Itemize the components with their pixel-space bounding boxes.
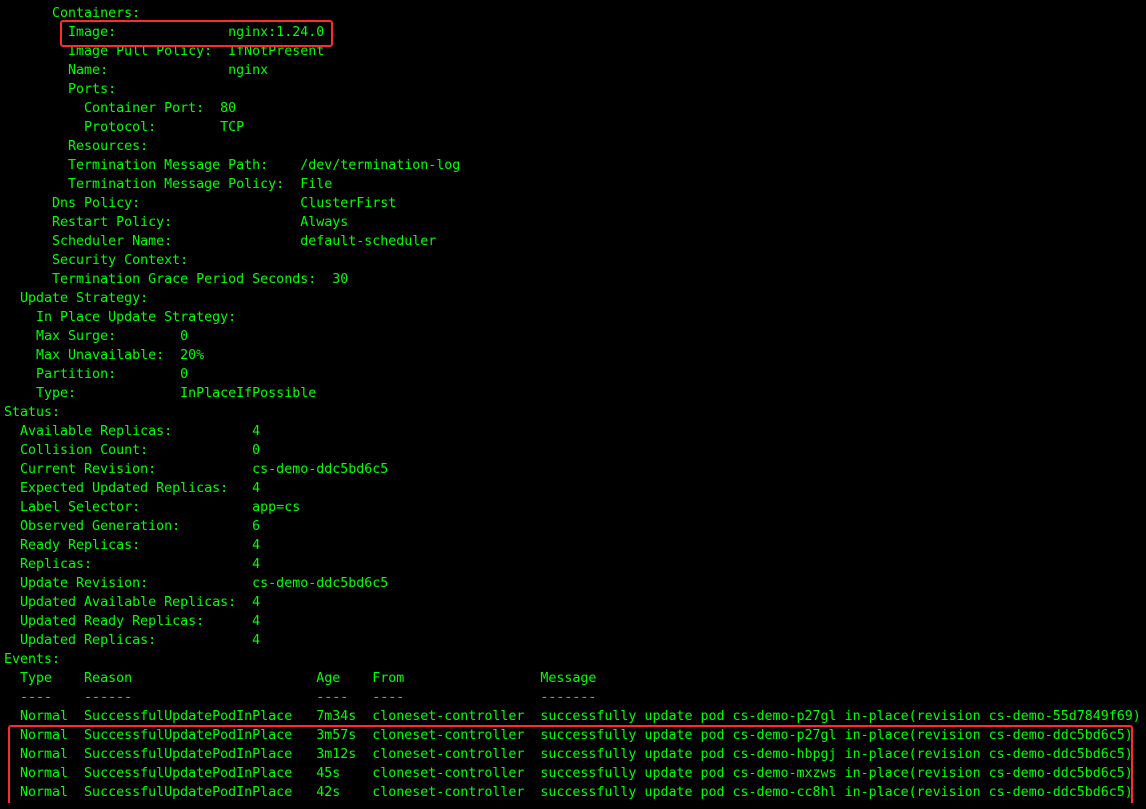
terminal-line: Available Replicas: 4	[4, 424, 261, 439]
terminal-line: Update Strategy:	[4, 291, 149, 306]
terminal-line: Ready Replicas: 4	[4, 538, 261, 553]
terminal-line: Status:	[4, 405, 61, 420]
terminal-line: Update Revision: cs-demo-ddc5bd6c5	[4, 576, 389, 591]
terminal-line: Partition: 0	[4, 367, 189, 382]
terminal-line: Resources:	[4, 139, 149, 154]
terminal-line: Scheduler Name: default-scheduler	[4, 234, 437, 249]
terminal-line: ---- ------ ---- ---- -------	[4, 690, 597, 705]
terminal-line: Replicas: 4	[4, 557, 261, 572]
terminal-line: Normal SuccessfulUpdatePodInPlace 7m34s …	[4, 709, 1141, 724]
terminal-line: Max Surge: 0	[4, 329, 189, 344]
terminal-line: Restart Policy: Always	[4, 215, 349, 230]
terminal-window[interactable]: Containers: Image: nginx:1.24.0 Image Pu…	[0, 0, 1146, 809]
terminal-line: Label Selector: app=cs	[4, 500, 301, 515]
terminal-line: Collision Count: 0	[4, 443, 261, 458]
terminal-line: Updated Available Replicas: 4	[4, 595, 261, 610]
terminal-line: Ports:	[4, 82, 117, 97]
terminal-line: Termination Grace Period Seconds: 30	[4, 272, 349, 287]
terminal-line: Containers:	[4, 6, 141, 21]
terminal-line: Updated Replicas: 4	[4, 633, 261, 648]
terminal-line: Security Context:	[4, 253, 189, 268]
terminal-line: Name: nginx	[4, 63, 269, 78]
terminal-line: Current Revision: cs-demo-ddc5bd6c5	[4, 462, 389, 477]
terminal-line: Normal SuccessfulUpdatePodInPlace 45s cl…	[4, 766, 1133, 781]
terminal-line: Events:	[4, 652, 61, 667]
terminal-line: Type: InPlaceIfPossible	[4, 386, 317, 401]
terminal-line: Max Unavailable: 20%	[4, 348, 205, 363]
terminal-line: Image Pull Policy: IfNotPresent	[4, 44, 325, 59]
terminal-line: In Place Update Strategy:	[4, 310, 237, 325]
terminal-line: Termination Message Policy: File	[4, 177, 333, 192]
terminal-line: Termination Message Path: /dev/terminati…	[4, 158, 461, 173]
terminal-line: Expected Updated Replicas: 4	[4, 481, 261, 496]
terminal-line: Dns Policy: ClusterFirst	[4, 196, 397, 211]
terminal-line: Normal SuccessfulUpdatePodInPlace 3m12s …	[4, 747, 1133, 762]
partial-line-mask	[0, 803, 1146, 809]
terminal-line: Updated Ready Replicas: 4	[4, 614, 261, 629]
terminal-line: Image: nginx:1.24.0	[4, 25, 325, 40]
terminal-line: Observed Generation: 6	[4, 519, 261, 534]
terminal-line: Normal SuccessfulUpdatePodInPlace 3m57s …	[4, 728, 1133, 743]
terminal-line: Container Port: 80	[4, 101, 237, 116]
terminal-line: Normal SuccessfulUpdatePodInPlace 42s cl…	[4, 785, 1133, 800]
terminal-line: Type Reason Age From Message	[4, 671, 597, 686]
terminal-line: Protocol: TCP	[4, 120, 245, 135]
